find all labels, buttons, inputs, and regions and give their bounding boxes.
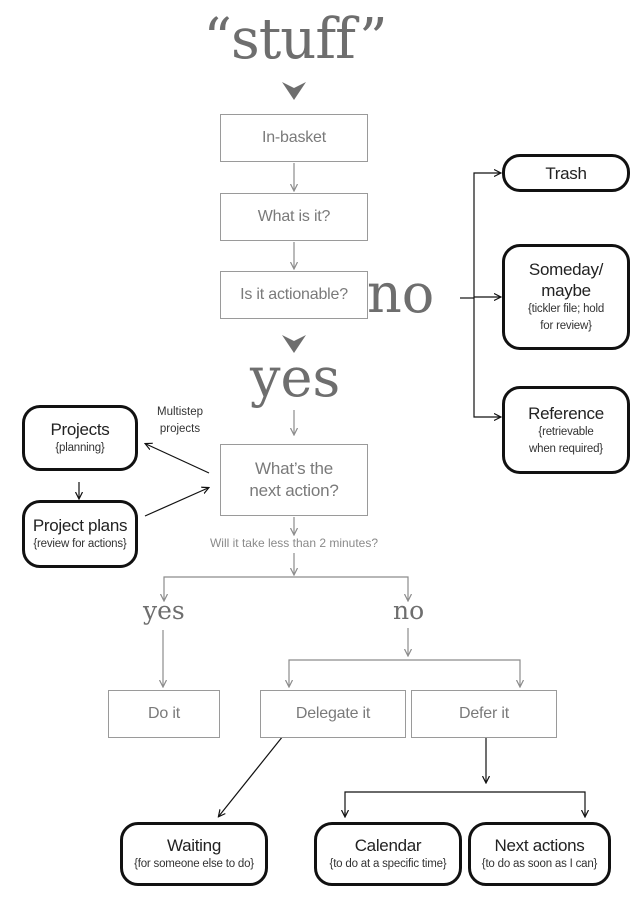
next-actions-subtitle: {to do as soon as I can}	[481, 858, 598, 870]
project-plans-subtitle: {review for actions}	[33, 538, 127, 550]
someday-title-line1: Someday/	[528, 260, 604, 279]
in-basket-label: In-basket	[261, 129, 326, 146]
waiting-title: Waiting	[167, 836, 221, 855]
projects-box[interactable]: Projects {planning}	[22, 405, 138, 471]
trash-title: Trash	[545, 163, 587, 183]
yes-small-label: yes	[143, 596, 185, 625]
someday-subtitle-line2: for review}	[540, 320, 592, 332]
projects-title: Projects	[50, 420, 110, 439]
chevron-down-icon	[282, 82, 306, 100]
calendar-subtitle: {to do at a specific time}	[329, 858, 447, 870]
reference-title: Reference	[528, 403, 604, 423]
split-delegate-defer	[288, 659, 521, 686]
do-it-label: Do it	[148, 705, 180, 722]
next-actions-box[interactable]: Next actions {to do as soon as I can}	[468, 822, 611, 886]
no-label: no	[367, 262, 435, 325]
someday-title-line2: maybe	[541, 281, 591, 300]
yes-label: yes	[250, 346, 341, 409]
delegate-it-label: Delegate it	[295, 705, 371, 722]
no-small-label: no	[393, 596, 425, 625]
is-actionable-label: Is it actionable?	[240, 286, 348, 303]
someday-maybe-box[interactable]: Someday/ maybe {tickler file; hold for r…	[502, 244, 630, 350]
multistep-line1: Multistep	[156, 406, 204, 418]
what-is-it-box[interactable]: What is it?	[220, 193, 368, 241]
defer-it-label: Defer it	[459, 705, 509, 722]
do-it-box[interactable]: Do it	[108, 690, 220, 738]
delegate-it-box[interactable]: Delegate it	[260, 690, 406, 738]
waiting-box[interactable]: Waiting {for someone else to do}	[120, 822, 268, 886]
next-action-box[interactable]: What’s the next action?	[220, 444, 368, 516]
what-is-it-label: What is it?	[257, 208, 331, 225]
in-basket-box[interactable]: In-basket	[220, 114, 368, 162]
someday-subtitle-line1: {tickler file; hold	[527, 303, 605, 315]
project-plans-box[interactable]: Project plans {review for actions}	[22, 500, 138, 568]
trash-box[interactable]: Trash	[502, 154, 630, 192]
next-actions-title: Next actions	[494, 836, 585, 855]
reference-box[interactable]: Reference {retrievable when required}	[502, 386, 630, 474]
calendar-title: Calendar	[354, 836, 422, 855]
split-two-minutes	[163, 576, 409, 600]
reference-subtitle-line2: when required}	[529, 442, 603, 455]
stuff-title: “stuff”	[203, 7, 387, 72]
calendar-box[interactable]: Calendar {to do at a specific time}	[314, 822, 462, 886]
is-actionable-box[interactable]: Is it actionable?	[220, 271, 368, 319]
multistep-line2: projects	[159, 423, 201, 435]
next-action-label-line1: What’s the	[254, 459, 333, 478]
waiting-subtitle: {for someone else to do}	[134, 858, 254, 870]
arrow-plans-nextaction	[144, 488, 208, 517]
multistep-projects-label: Multistep projects	[148, 404, 212, 438]
projects-subtitle: {planning}	[55, 442, 105, 454]
reference-subtitle-line1: {retrievable	[538, 425, 594, 438]
two-minutes-question: Will it take less than 2 minutes?	[209, 536, 379, 550]
project-plans-title: Project plans	[32, 516, 128, 535]
arrow-to-projects	[146, 444, 210, 474]
split-calendar-next	[344, 791, 586, 814]
bus-non-actionable	[473, 172, 499, 418]
next-action-label-line2: next action?	[249, 481, 339, 500]
defer-it-box[interactable]: Defer it	[411, 690, 557, 738]
